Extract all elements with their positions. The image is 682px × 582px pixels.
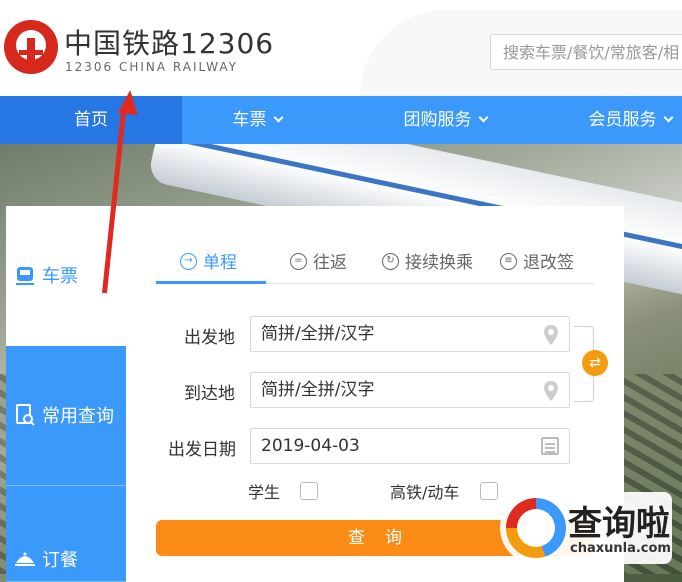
chevron-down-icon — [663, 112, 673, 123]
location-pin-icon — [544, 381, 558, 401]
equals-circle-icon: = — [290, 252, 307, 270]
nav-item-tickets[interactable]: 车票 — [182, 96, 332, 144]
to-station-value: 简拼/全拼/汉字 — [261, 380, 375, 400]
tab-label: 退改签 — [523, 253, 574, 273]
tab-transfer[interactable]: ↻ 接续换乘 — [382, 242, 473, 284]
search-input[interactable] — [491, 35, 682, 69]
sidebar-item-label: 车票 — [42, 266, 78, 287]
train-icon — [16, 267, 34, 285]
tab-label: 往返 — [313, 253, 347, 273]
page: 中国铁路12306 12306 CHINA RAILWAY 首页 车票 团购服务… — [0, 0, 682, 582]
departure-date-field[interactable]: 2019-04-03 — [250, 428, 570, 464]
food-cover-icon — [15, 552, 35, 566]
annotation-arrow-head — [117, 89, 141, 115]
search-doc-icon — [16, 404, 35, 426]
nav-item-member[interactable]: 会员服务 — [560, 96, 682, 144]
to-station-field[interactable]: 简拼/全拼/汉字 — [250, 372, 570, 408]
highspeed-checkbox[interactable] — [480, 482, 498, 500]
doc-circle-icon: ≡ — [500, 252, 517, 270]
nav-item-label: 会员服务 — [588, 110, 657, 130]
sidebar-item-label: 订餐 — [42, 550, 78, 571]
tab-one-way[interactable]: → 单程 — [180, 242, 237, 284]
watermark-title: 查询啦 — [568, 504, 670, 544]
chevron-down-icon — [478, 112, 488, 123]
location-pin-icon — [544, 325, 558, 345]
watermark-logo-icon — [506, 498, 566, 558]
nav-item-label: 首页 — [74, 110, 108, 130]
arrow-right-circle-icon: → — [180, 252, 197, 270]
site-header: 中国铁路12306 12306 CHINA RAILWAY — [0, 0, 682, 96]
logo-subtitle: 12306 CHINA RAILWAY — [65, 60, 238, 74]
swap-arrows-icon: ⇄ — [589, 355, 601, 371]
site-search[interactable] — [490, 34, 682, 70]
departure-date-value: 2019-04-03 — [261, 436, 360, 456]
to-label: 到达地 — [184, 384, 235, 404]
date-label: 出发日期 — [168, 440, 236, 460]
nav-item-label: 团购服务 — [403, 110, 472, 130]
nav-item-home[interactable]: 首页 — [0, 96, 182, 144]
tab-label: 接续换乘 — [405, 253, 473, 273]
tab-round-trip[interactable]: = 往返 — [290, 242, 347, 284]
logo-title[interactable]: 中国铁路12306 — [64, 22, 274, 62]
active-tab-indicator — [156, 281, 266, 284]
nav-item-label: 车票 — [232, 110, 267, 130]
swap-stations-button[interactable]: ⇄ — [582, 350, 608, 376]
watermark-url: chaxunla.com — [570, 541, 671, 556]
tab-refund-change[interactable]: ≡ 退改签 — [500, 242, 574, 284]
main-nav: 首页 车票 团购服务 会员服务 — [0, 96, 682, 144]
student-label: 学生 — [248, 483, 281, 502]
student-checkbox[interactable] — [300, 482, 318, 500]
calendar-icon — [541, 437, 559, 455]
from-label: 出发地 — [184, 328, 235, 348]
tab-label: 单程 — [203, 253, 237, 273]
from-station-value: 简拼/全拼/汉字 — [261, 324, 375, 344]
chevron-down-icon — [273, 112, 283, 123]
highspeed-label: 高铁/动车 — [390, 483, 460, 502]
swap-circle-icon: ↻ — [382, 252, 399, 270]
watermark: 查询啦 chaxunla.com — [500, 492, 672, 564]
sidebar-item-label: 常用查询 — [42, 406, 114, 427]
nav-item-group[interactable]: 团购服务 — [360, 96, 530, 144]
trip-type-tabs: → 单程 = 往返 ↻ 接续换乘 ≡ 退改签 — [156, 242, 594, 284]
railway-logo-icon[interactable] — [4, 20, 58, 74]
from-station-field[interactable]: 简拼/全拼/汉字 — [250, 316, 570, 352]
sidebar-item-common-query[interactable]: 常用查询 — [6, 346, 126, 486]
sidebar-item-meal[interactable]: 订餐 — [6, 486, 126, 582]
